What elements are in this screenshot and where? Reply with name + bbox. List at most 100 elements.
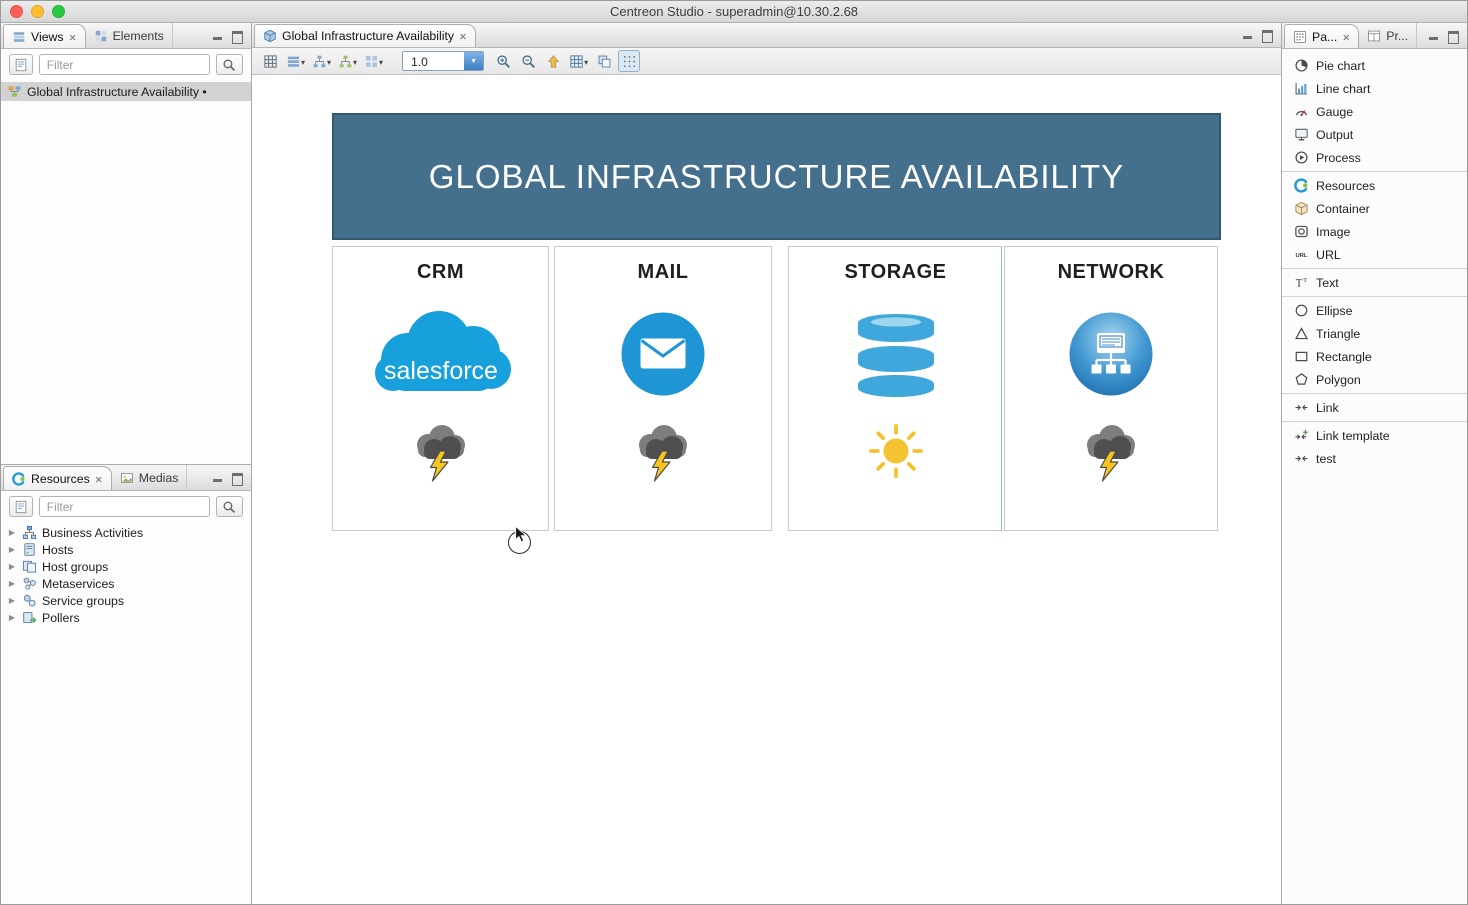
palette-item-link-template[interactable]: Link template (1282, 424, 1467, 447)
palette-item-label: Text (1316, 276, 1339, 290)
close-icon[interactable] (69, 30, 77, 44)
search-icon (222, 58, 236, 72)
palette-item-text[interactable]: TT Text (1282, 271, 1467, 294)
text-icon: TT (1293, 275, 1309, 290)
widget-box-crm[interactable]: CRM salesforce (332, 246, 549, 531)
tree-item-metaservices[interactable]: Metaservices (1, 575, 251, 592)
resources-panel: Resources Medias (1, 465, 251, 904)
tree-item-host-groups[interactable]: Host groups (1, 558, 251, 575)
disclosure-icon[interactable] (7, 596, 17, 605)
minimize-icon[interactable] (1242, 29, 1254, 41)
resources-filter-input[interactable] (39, 496, 210, 517)
resources-search-button[interactable] (216, 496, 243, 517)
editor-toolbar: 1.0 (252, 48, 1281, 75)
views-tree: Global Infrastructure Availability • (1, 80, 251, 101)
maximize-icon[interactable] (1261, 29, 1273, 41)
palette-item-link[interactable]: Link (1282, 396, 1467, 419)
layout-tree-alt-button[interactable] (336, 50, 359, 72)
properties-icon (1367, 29, 1381, 43)
disclosure-icon[interactable] (7, 579, 17, 588)
palette-item-ellipse[interactable]: Ellipse (1282, 299, 1467, 322)
editor-canvas[interactable]: GLOBAL INFRASTRUCTURE AVAILABILITY CRM s… (252, 75, 1281, 904)
minimize-icon[interactable] (212, 30, 224, 42)
layout-rows-button[interactable] (284, 50, 307, 72)
zoom-combo[interactable]: 1.0 (402, 51, 484, 71)
palette-item-container[interactable]: Container (1282, 197, 1467, 220)
palette-item-pie-chart[interactable]: Pie chart (1282, 54, 1467, 77)
palette-item-label: Polygon (1316, 373, 1361, 387)
tree-item-pollers[interactable]: Pollers (1, 609, 251, 626)
minimize-window-button[interactable] (31, 5, 44, 18)
document-icon (14, 500, 28, 514)
overlap-button[interactable] (593, 50, 615, 72)
palette-item-triangle[interactable]: Triangle (1282, 322, 1467, 345)
minimize-icon[interactable] (1428, 30, 1440, 42)
zoom-dropdown-button[interactable] (464, 52, 483, 70)
close-window-button[interactable] (10, 5, 23, 18)
widget-box-mail[interactable]: MAIL (554, 246, 772, 531)
close-icon[interactable] (95, 472, 103, 486)
disclosure-icon[interactable] (7, 528, 17, 537)
panel-window-buttons (212, 465, 251, 490)
zoom-in-button[interactable] (492, 50, 514, 72)
zoom-window-button[interactable] (52, 5, 65, 18)
palette-item-label: Image (1316, 225, 1350, 239)
metaservices-icon (22, 576, 37, 591)
palette-group-link-templates: Link template test (1282, 422, 1467, 472)
process-icon (1293, 150, 1309, 165)
svg-text:T: T (1303, 277, 1307, 284)
palette-item-rectangle[interactable]: Rectangle (1282, 345, 1467, 368)
disclosure-icon[interactable] (7, 545, 17, 554)
grid-toggle-button[interactable] (618, 50, 640, 72)
palette-item-gauge[interactable]: Gauge (1282, 100, 1467, 123)
views-search-button[interactable] (216, 54, 243, 75)
grid-button[interactable] (259, 50, 281, 72)
close-icon[interactable] (459, 29, 467, 43)
grid-toggle-icon (622, 54, 637, 69)
palette-item-image[interactable]: Image (1282, 220, 1467, 243)
palette-item-line-chart[interactable]: Line chart (1282, 77, 1467, 100)
views-filter-input[interactable] (39, 54, 210, 75)
editor-tab[interactable]: Global Infrastructure Availability (254, 24, 476, 47)
move-up-button[interactable] (542, 50, 564, 72)
maximize-icon[interactable] (1447, 30, 1459, 42)
disclosure-icon[interactable] (7, 613, 17, 622)
resources-tabbar: Resources Medias (1, 465, 251, 491)
palette-item-url[interactable]: URLURL (1282, 243, 1467, 266)
titlebar: Centreon Studio - superadmin@10.30.2.68 (1, 1, 1467, 23)
layout-matrix-button[interactable] (362, 50, 385, 72)
tab-properties[interactable]: Pr... (1359, 23, 1417, 48)
new-resource-button[interactable] (9, 496, 33, 517)
palette-item-polygon[interactable]: Polygon (1282, 368, 1467, 391)
tab-resources[interactable]: Resources (3, 466, 112, 490)
tree-item-label: Host groups (42, 560, 108, 574)
palette-item-output[interactable]: Output (1282, 123, 1467, 146)
close-icon[interactable] (1342, 30, 1350, 44)
banner[interactable]: GLOBAL INFRASTRUCTURE AVAILABILITY (332, 113, 1221, 240)
tree-item-service-groups[interactable]: Service groups (1, 592, 251, 609)
widget-box-network[interactable]: NETWORK (1004, 246, 1218, 531)
widget-box-storage[interactable]: STORAGE (788, 246, 1003, 531)
window-title: Centreon Studio - superadmin@10.30.2.68 (610, 4, 858, 19)
palette-item-resources[interactable]: Resources (1282, 174, 1467, 197)
palette-item-test[interactable]: test (1282, 447, 1467, 470)
tab-medias[interactable]: Medias (112, 465, 188, 490)
tab-views[interactable]: Views (3, 24, 86, 48)
tree-item-business-activities[interactable]: Business Activities (1, 524, 251, 541)
tab-palette[interactable]: Pa... (1284, 24, 1359, 48)
maximize-icon[interactable] (231, 472, 243, 484)
arrow-up-icon (546, 54, 561, 69)
zoom-out-button[interactable] (517, 50, 539, 72)
snap-grid-button[interactable] (567, 50, 590, 72)
disclosure-icon[interactable] (7, 562, 17, 571)
minimize-icon[interactable] (212, 472, 224, 484)
new-view-button[interactable] (9, 54, 33, 75)
tab-elements[interactable]: Elements (86, 23, 173, 48)
chevron-down-icon (301, 52, 305, 70)
maximize-icon[interactable] (231, 30, 243, 42)
tree-item-view[interactable]: Global Infrastructure Availability • (1, 82, 251, 101)
tree-item-hosts[interactable]: Hosts (1, 541, 251, 558)
palette-item-process[interactable]: Process (1282, 146, 1467, 169)
url-icon: URL (1293, 247, 1309, 262)
layout-tree-button[interactable] (310, 50, 333, 72)
